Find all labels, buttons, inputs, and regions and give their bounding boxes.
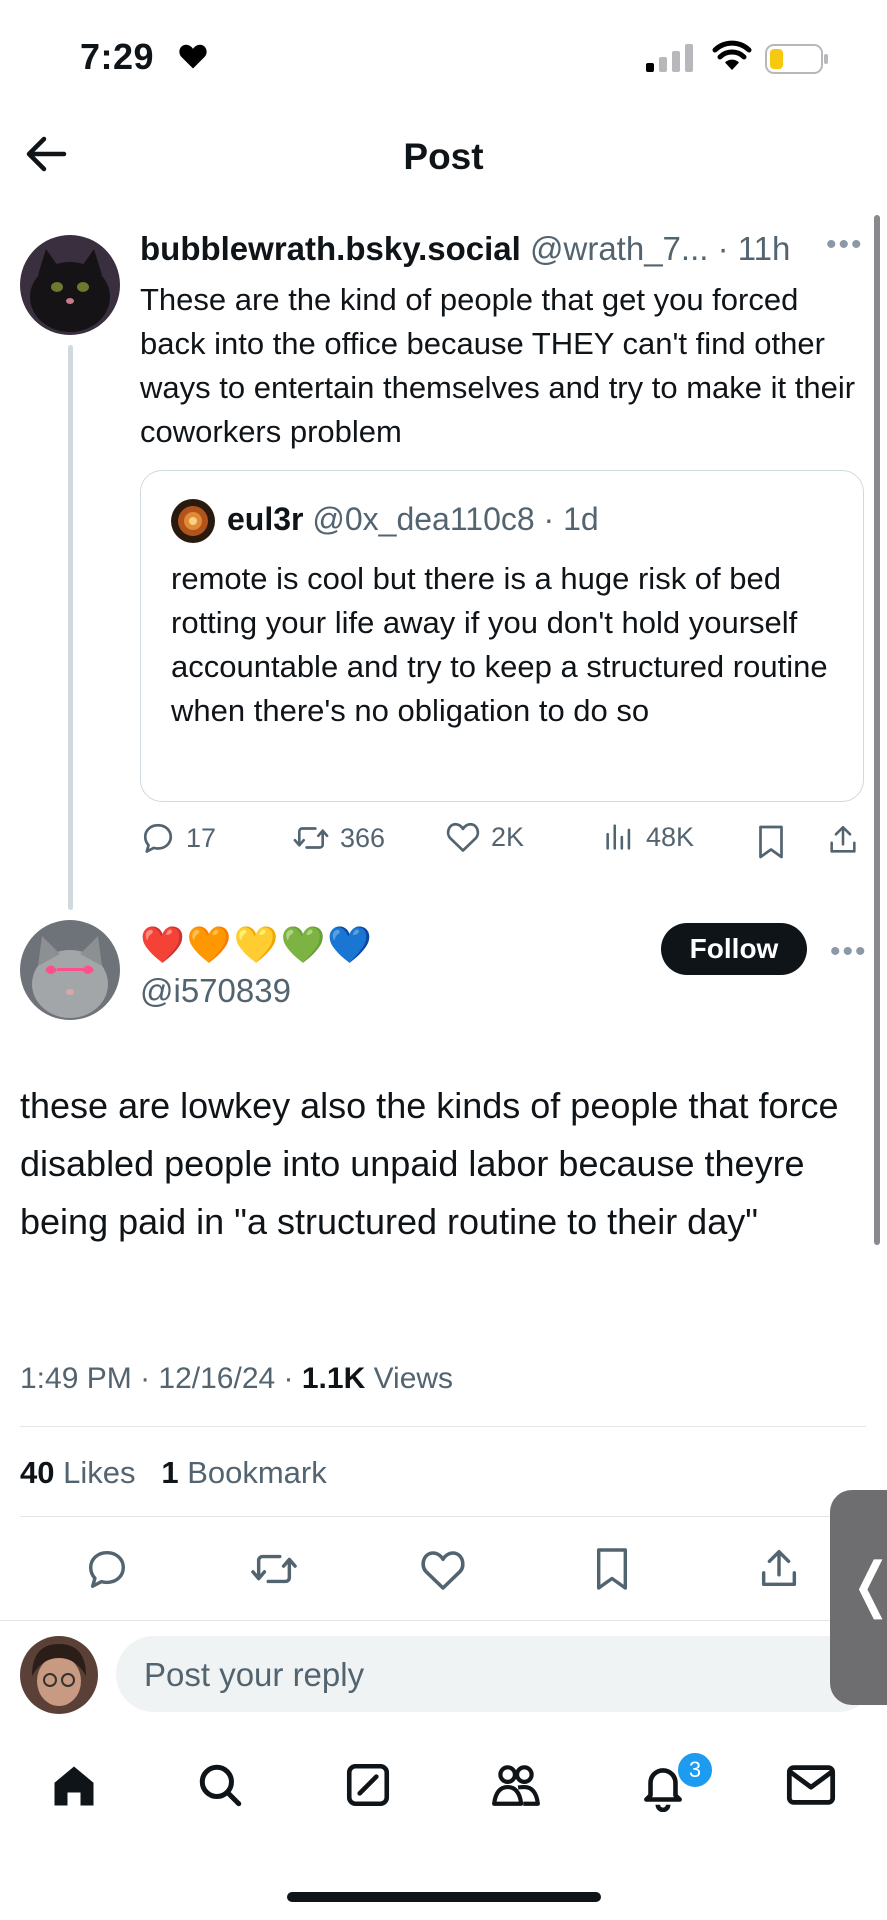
page-title: Post [403,136,484,177]
quote-text: remote is cool but there is a huge risk … [171,561,828,728]
post-date: 12/16/24 [158,1362,276,1395]
bookmark-icon[interactable] [593,1546,631,1592]
main-post-text: these are lowkey also the kinds of peopl… [20,1085,839,1242]
bookmarks-total: 1 [161,1455,179,1490]
cellular-signal-icon [646,44,693,72]
post-timestamp: 1:49 PM · 12/16/24 · 1.1K Views [20,1362,454,1395]
divider [20,1516,866,1517]
search-icon[interactable] [195,1760,245,1810]
home-indicator[interactable] [287,1892,601,1902]
like-count: 2K [491,821,525,852]
repost-icon[interactable] [249,1546,299,1592]
engagement-stats: 40 Likes 1 Bookmark [20,1455,327,1491]
parent-post-text: These are the kind of people that get yo… [140,282,856,449]
home-icon[interactable] [48,1760,100,1812]
follow-button[interactable]: Follow [661,923,807,975]
main-display-name[interactable]: ❤️🧡💛💚💙 [140,924,374,966]
status-time: 7:29 [80,36,155,77]
parent-handle-meta: @wrath_7... · 11h [530,230,791,267]
views-label: Views [373,1362,454,1395]
current-user-avatar [20,1636,98,1714]
notification-badge: 3 [676,1751,714,1789]
repost-icon [293,827,329,849]
quoted-post[interactable]: eul3r @0x_dea110c8 · 1d remote is cool b… [140,470,864,802]
main-handle[interactable]: @i570839 [140,972,291,1010]
reply-icon [143,823,173,853]
analytics-icon [606,824,631,850]
post-time: 1:49 PM [20,1362,132,1395]
more-options-icon[interactable]: ••• [830,935,868,969]
main-post-avatar[interactable] [20,920,120,1020]
reply-input[interactable]: Post your reply [116,1636,876,1712]
like-action[interactable]: 2K [445,820,524,854]
avatar[interactable] [20,235,120,335]
thread-line [68,345,73,910]
bookmarks-label: Bookmark [187,1455,327,1490]
share-icon[interactable] [756,1546,802,1592]
bottom-tab-bar [0,1740,887,1830]
likes-stat[interactable]: 40 Likes [20,1455,135,1490]
side-drawer-handle[interactable]: ❬ [830,1490,887,1705]
parent-actions: 17 366 2K 48K [140,820,860,870]
divider [20,1426,866,1427]
more-options-icon[interactable]: ••• [826,228,864,262]
reply-count: 17 [186,822,217,853]
bookmark-icon[interactable] [756,824,786,860]
scrollbar[interactable] [874,215,880,1245]
reply-action[interactable]: 17 [140,820,216,856]
like-icon [446,822,480,852]
views-action[interactable]: 48K [602,820,694,854]
messages-icon[interactable] [785,1762,837,1808]
heart-icon [179,44,207,69]
repost-count: 366 [340,822,386,853]
share-icon[interactable] [826,822,860,858]
divider [0,1620,887,1621]
chevron-left-icon: ❬ [846,1550,887,1620]
parent-display-name[interactable]: bubblewrath.bsky.social [140,230,521,267]
likes-label: Likes [63,1455,136,1490]
wifi-icon [712,40,752,70]
battery-low-icon [765,44,828,74]
parent-post-header: bubblewrath.bsky.social @wrath_7... · 11… [140,230,790,268]
quote-avatar [171,499,215,543]
likes-total: 40 [20,1455,55,1490]
quote-handle-meta: @0x_dea110c8 · 1d [312,501,599,537]
bookmarks-stat[interactable]: 1 Bookmark [161,1455,326,1490]
like-icon[interactable] [419,1548,467,1592]
main-post-actions [0,1540,887,1600]
compose-icon[interactable] [343,1760,393,1810]
quote-display-name: eul3r [227,501,304,537]
repost-action[interactable]: 366 [292,820,385,856]
reply-placeholder: Post your reply [144,1656,365,1693]
reply-icon[interactable] [84,1546,130,1592]
views-total: 1.1K [301,1362,366,1395]
views-count: 48K [646,821,695,852]
quote-header: eul3r @0x_dea110c8 · 1d [227,501,599,538]
people-icon[interactable] [488,1760,544,1810]
status-bar: 7:29 [0,0,887,110]
